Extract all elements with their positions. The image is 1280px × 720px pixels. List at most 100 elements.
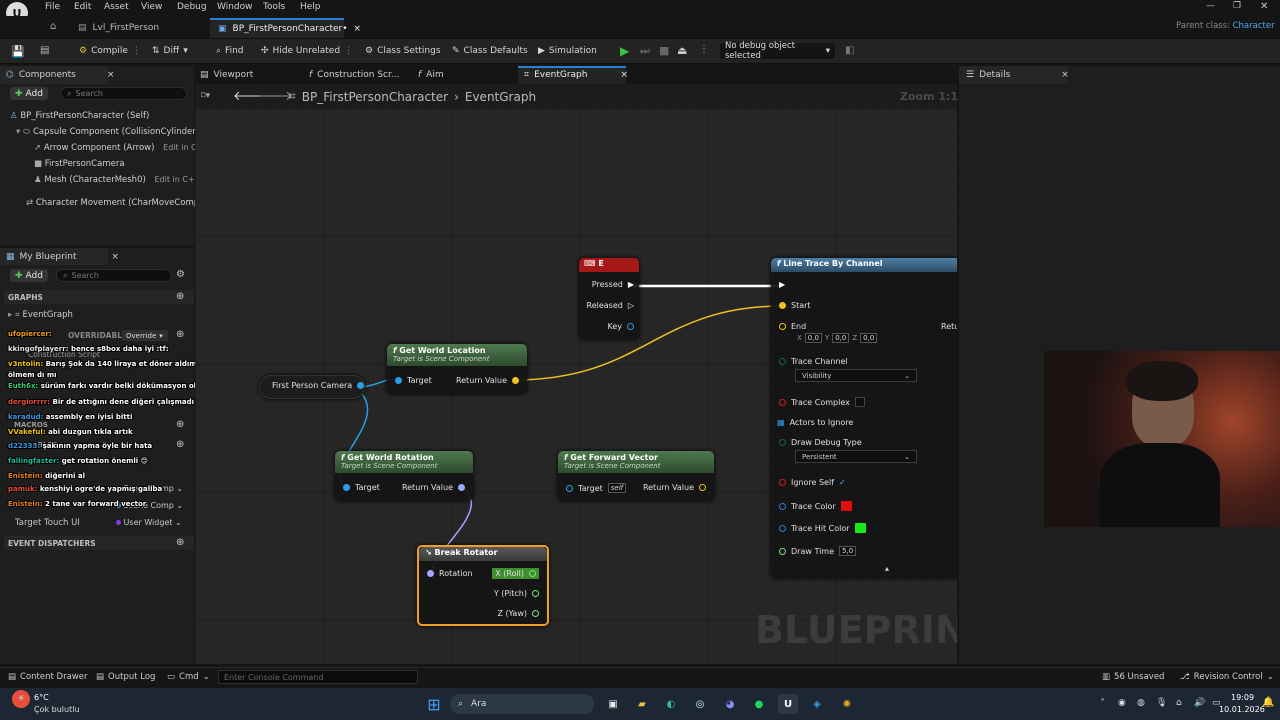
- tab-construction-script[interactable]: f Construction Scr...: [309, 70, 399, 80]
- line-trace-by-channel-node[interactable]: f Line Trace By Channel ▶ Start End Retu…: [771, 258, 957, 578]
- get-world-location-node[interactable]: f Get World Location Target is Scene Com…: [387, 344, 527, 394]
- play-icon[interactable]: ▶: [620, 44, 629, 58]
- end-pin[interactable]: End: [779, 322, 806, 331]
- draw-debug-type-dropdown[interactable]: Persistent ⌄: [795, 450, 917, 463]
- add-component-button[interactable]: ✚ Add: [10, 87, 48, 100]
- trace-hit-color-swatch[interactable]: [854, 523, 866, 533]
- bookmark-icon[interactable]: ⌑▾: [201, 91, 210, 101]
- add-function-icon[interactable]: ⊕: [176, 329, 184, 340]
- components-tab[interactable]: ⌬ Components ×: [6, 70, 114, 80]
- key-pin[interactable]: Key: [607, 322, 634, 331]
- simulation-button[interactable]: ▶ Simulation: [538, 46, 597, 56]
- cmd-button[interactable]: ▭ Cmd ⌄: [167, 672, 210, 682]
- more-icon[interactable]: ⋮: [344, 46, 353, 56]
- forward-arrow-icon[interactable]: 🡒: [258, 88, 293, 104]
- camera-pin[interactable]: First Person Camera: [272, 381, 365, 390]
- return-value-pin[interactable]: Retu: [941, 322, 957, 331]
- edge-icon[interactable]: ◐: [661, 694, 681, 714]
- dropdown[interactable]: Persistent ⌄: [795, 450, 917, 463]
- unsaved-button[interactable]: ▥ 56 Unsaved: [1102, 672, 1164, 682]
- step-icon[interactable]: ⏭: [640, 44, 650, 58]
- stop-icon[interactable]: ■: [659, 44, 669, 57]
- close-icon[interactable]: ×: [1061, 70, 1069, 80]
- get-world-rotation-node[interactable]: f Get World Rotation Target is Scene Com…: [335, 451, 473, 501]
- start-pin[interactable]: Start: [779, 301, 811, 310]
- menu-file[interactable]: File: [45, 2, 60, 12]
- class-defaults-button[interactable]: ✎ Class Defaults: [452, 46, 528, 56]
- windows-start-icon[interactable]: ⊞: [424, 694, 444, 714]
- minimize-icon[interactable]: —: [1206, 1, 1215, 11]
- y-pitch-pin[interactable]: Y (Pitch): [494, 589, 539, 598]
- graphs-section[interactable]: GRAPHS: [4, 290, 194, 304]
- revision-control-button[interactable]: ⎇ Revision Control ⌄: [1180, 672, 1274, 682]
- actors-to-ignore-pin[interactable]: ▦ Actors to Ignore: [777, 418, 853, 427]
- my-blueprint-tab[interactable]: ▦ My Blueprint ×: [6, 252, 119, 262]
- task-view-icon[interactable]: ▣: [603, 694, 623, 714]
- add-member-button[interactable]: ✚ Add: [10, 269, 48, 282]
- pressed-pin[interactable]: Pressed ▶: [592, 280, 634, 289]
- spotify-icon[interactable]: ●: [749, 694, 769, 714]
- draw-debug-type-pin[interactable]: Draw Debug Type: [779, 438, 862, 447]
- trace-channel-dropdown[interactable]: Visibility ⌄: [795, 369, 917, 382]
- microphone-icon[interactable]: 🎙: [1156, 698, 1167, 708]
- component-movement[interactable]: ⇄ Character Movement (CharMoveComp): [26, 198, 202, 208]
- end-x-input[interactable]: 0,0: [804, 333, 822, 343]
- e-key-node[interactable]: ⌨ E Pressed ▶ Released ▷ Key: [579, 258, 639, 340]
- tab-level[interactable]: ▤ Lvl_FirstPerson: [70, 18, 167, 38]
- debug-filter-icon[interactable]: ◧: [845, 45, 854, 56]
- save-icon[interactable]: 💾: [11, 45, 25, 58]
- weather-icon[interactable]: ☀: [12, 690, 30, 708]
- steam-icon[interactable]: ◎: [690, 694, 710, 714]
- tray-app-icon[interactable]: ◉: [1118, 698, 1126, 708]
- collapse-advanced-icon[interactable]: ▴: [885, 564, 889, 573]
- draw-time-pin[interactable]: Draw Time 5,0: [779, 546, 857, 556]
- ignore-self-pin[interactable]: Ignore Self ✓: [779, 478, 846, 487]
- z-yaw-pin[interactable]: Z (Yaw): [498, 609, 539, 618]
- event-graph-canvas[interactable]: BLUEPRINT ⌨ E Pressed▶ Released▷ Key Fir…: [195, 108, 957, 664]
- unreal-engine-taskbar-icon[interactable]: U: [778, 694, 798, 714]
- output-log-button[interactable]: ▤ Output Log: [96, 672, 155, 682]
- rotation-pin[interactable]: Rotation: [427, 569, 472, 578]
- break-rotator-node[interactable]: ↘ Break Rotator Rotation X (Roll) Y (Pit…: [417, 545, 549, 626]
- component-camera[interactable]: ■ FirstPersonCamera: [34, 159, 125, 169]
- target-pin[interactable]: Target: [343, 483, 380, 492]
- variable-type-user-widget[interactable]: User Widget ⌄: [116, 518, 182, 527]
- blender-icon[interactable]: ✺: [837, 694, 857, 714]
- find-button[interactable]: ⌕ Find: [216, 46, 244, 56]
- trace-color-swatch[interactable]: [840, 501, 852, 511]
- menu-tools[interactable]: Tools: [263, 2, 285, 12]
- self-value[interactable]: self: [607, 483, 627, 493]
- restore-icon[interactable]: ❐: [1233, 1, 1241, 11]
- menu-edit[interactable]: Edit: [74, 2, 91, 12]
- target-pin[interactable]: Target self: [566, 483, 627, 493]
- close-tab-icon[interactable]: ×: [354, 24, 362, 34]
- variable-target-touch-ui[interactable]: Target Touch UI: [15, 518, 80, 528]
- return-value-pin[interactable]: Return Value: [456, 376, 519, 385]
- home-icon[interactable]: ⌂: [50, 21, 56, 32]
- first-person-camera-node[interactable]: First Person Camera: [259, 375, 365, 399]
- end-y-input[interactable]: 0,0: [832, 333, 850, 343]
- menu-view[interactable]: View: [141, 2, 162, 12]
- menu-asset[interactable]: Asset: [104, 2, 129, 12]
- tray-app-icon-2[interactable]: ◍: [1137, 698, 1145, 708]
- close-icon[interactable]: ×: [620, 70, 628, 80]
- event-graph-item[interactable]: ▸ ⌗ EventGraph: [8, 310, 73, 320]
- breadcrumb-root[interactable]: BP_FirstPersonCharacter: [302, 90, 448, 104]
- tab-event-graph[interactable]: ⌗ EventGraph ×: [524, 70, 628, 80]
- dropdown[interactable]: Visibility ⌄: [795, 369, 917, 382]
- component-self[interactable]: ♙ BP_FirstPersonCharacter (Self): [10, 111, 149, 121]
- notification-bell-icon[interactable]: 🔔: [1262, 697, 1274, 708]
- compile-button[interactable]: ⚙ Compile ⋮: [79, 46, 141, 56]
- content-drawer-button[interactable]: ▤ Content Drawer: [8, 672, 87, 682]
- checkbox-checked-icon[interactable]: ✓: [839, 478, 846, 487]
- return-value-pin[interactable]: Return Value: [643, 483, 706, 492]
- end-z-input[interactable]: 0,0: [860, 333, 878, 343]
- components-search-input[interactable]: ⌕ Search: [60, 87, 187, 100]
- menu-window[interactable]: Window: [217, 2, 253, 12]
- tray-chevron-icon[interactable]: ˄: [1100, 698, 1105, 709]
- my-blueprint-search-input[interactable]: ⌕ Search: [56, 269, 172, 282]
- close-icon[interactable]: ×: [107, 70, 115, 80]
- tab-aim[interactable]: f Aim: [418, 70, 444, 80]
- menu-debug[interactable]: Debug: [177, 2, 207, 12]
- released-pin[interactable]: Released ▷: [587, 301, 635, 310]
